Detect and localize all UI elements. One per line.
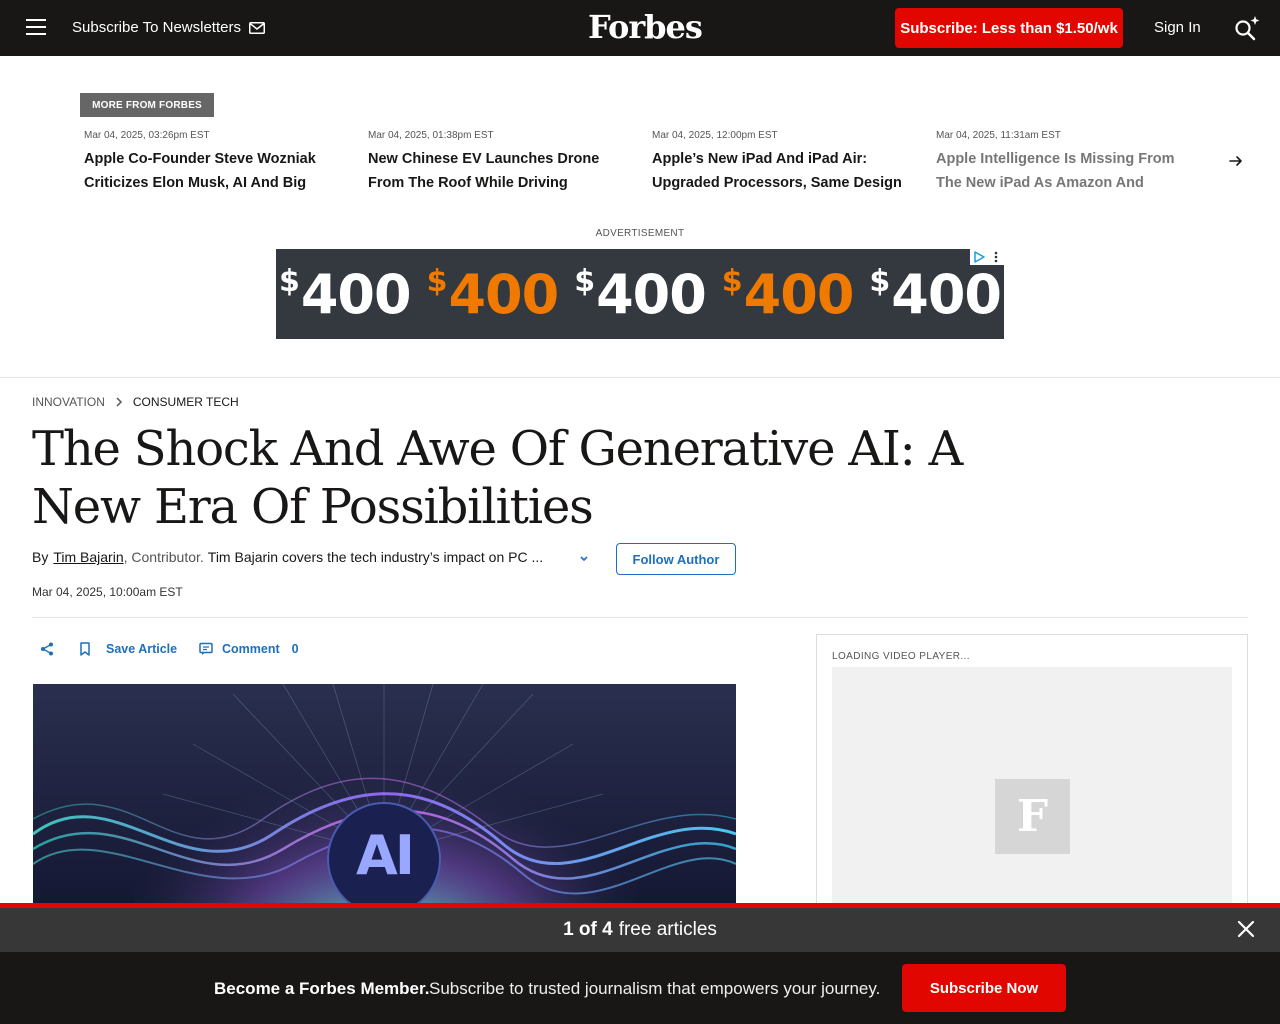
forbes-logo[interactable]: Forbes	[588, 8, 703, 46]
publish-date: Mar 04, 2025, 10:00am EST	[32, 585, 183, 599]
subscribe-newsletters-link[interactable]: Subscribe To Newsletters	[72, 19, 265, 36]
arrow-right-icon[interactable]	[1228, 154, 1244, 168]
ad-currency: $	[869, 263, 890, 299]
free-article-count: 1 of 4	[563, 919, 613, 940]
divider	[0, 377, 1280, 378]
divider	[32, 617, 1248, 618]
more-item-headline[interactable]: New Chinese EV Launches Drone From The R…	[368, 147, 632, 195]
subscribe-newsletters-label: Subscribe To Newsletters	[72, 19, 241, 36]
chevron-right-icon	[116, 397, 122, 407]
membership-bar: Become a Forbes Member. Subscribe to tru…	[0, 952, 1280, 1024]
ad-options-icon[interactable]	[988, 249, 1004, 265]
ad-value: 400	[300, 262, 412, 326]
comment-icon	[199, 642, 213, 655]
video-player-box: LOADING VIDEO PLAYER... F	[816, 634, 1248, 924]
more-item-date: Mar 04, 2025, 01:38pm EST	[368, 130, 494, 141]
video-loading-label: LOADING VIDEO PLAYER...	[832, 651, 970, 662]
save-article-label: Save Article	[106, 642, 178, 656]
menu-icon[interactable]	[26, 19, 46, 37]
breadcrumb-innovation[interactable]: INNOVATION	[32, 395, 105, 409]
free-articles-bar: 1 of 4 free articles	[0, 908, 1280, 952]
sign-in-link[interactable]: Sign In	[1154, 19, 1201, 36]
more-item-headline[interactable]: Apple’s New iPad And iPad Air: Upgraded …	[652, 147, 916, 195]
more-item-date: Mar 04, 2025, 03:26pm EST	[84, 130, 210, 141]
top-nav: Subscribe To Newsletters Forbes Subscrib…	[0, 0, 1280, 56]
free-articles-label: free articles	[618, 919, 717, 940]
bookmark-icon	[80, 642, 90, 656]
ad-currency: $	[721, 263, 743, 299]
author-role: , Contributor.	[123, 549, 204, 565]
ad-amount: $400	[721, 262, 855, 326]
share-button[interactable]	[40, 642, 54, 656]
byline: By Tim Bajarin , Contributor. Tim Bajari…	[32, 549, 543, 565]
hero-image[interactable]: AI	[33, 684, 736, 904]
member-description: Subscribe to trusted journalism that emp…	[429, 979, 881, 998]
ad-amount: $400	[426, 262, 560, 326]
author-link[interactable]: Tim Bajarin	[53, 549, 123, 565]
member-title: Become a Forbes Member.	[214, 979, 430, 998]
more-item[interactable]: Mar 04, 2025, 11:31am EST Apple Intellig…	[936, 130, 1194, 195]
more-from-forbes-badge: MORE FROM FORBES	[80, 93, 214, 117]
ad-value: 400	[596, 262, 707, 326]
comment-label: Comment	[222, 642, 280, 656]
more-item-headline[interactable]: Apple Co-Founder Steve Wozniak Criticize…	[84, 147, 348, 195]
more-item-date: Mar 04, 2025, 12:00pm EST	[652, 130, 778, 141]
more-item-date: Mar 04, 2025, 11:31am EST	[936, 130, 1061, 141]
ad-value: 400	[743, 262, 855, 326]
close-icon[interactable]	[1236, 919, 1256, 939]
ad-value: 400	[891, 262, 1002, 326]
save-article-button[interactable]: Save Article	[78, 642, 177, 656]
forbes-f-icon: F	[995, 779, 1070, 854]
byline-by: By	[32, 549, 49, 565]
hero-ai-text: AI	[356, 824, 415, 887]
article-title: The Shock And Awe Of Generative AI: A Ne…	[32, 421, 963, 535]
search-icon[interactable]	[1233, 14, 1261, 42]
author-bio: Tim Bajarin covers the tech industry’s i…	[207, 549, 544, 565]
advertisement-label: ADVERTISEMENT	[595, 228, 685, 239]
ad-currency: $	[278, 263, 300, 299]
ad-amount: $400	[574, 262, 707, 326]
share-icon	[41, 642, 53, 656]
more-item[interactable]: Mar 04, 2025, 01:38pm EST New Chinese EV…	[368, 130, 632, 195]
subscribe-now-button[interactable]: Subscribe Now	[902, 964, 1066, 1012]
mail-icon	[248, 21, 265, 34]
ad-currency: $	[574, 263, 595, 299]
ad-value: 400	[448, 262, 559, 326]
chevron-down-icon[interactable]	[578, 554, 590, 564]
ad-banner[interactable]: $400 $400 $400 $400 $400	[276, 249, 1004, 339]
subscribe-button[interactable]: Subscribe: Less than $1.50/wk	[895, 8, 1123, 48]
more-item[interactable]: Mar 04, 2025, 12:00pm EST Apple’s New iP…	[652, 130, 916, 195]
breadcrumb: INNOVATION CONSUMER TECH	[32, 395, 239, 409]
ad-currency: $	[426, 263, 448, 299]
comment-count: 0	[291, 642, 299, 656]
ad-amount: $400	[869, 262, 1002, 326]
breadcrumb-consumer-tech[interactable]: CONSUMER TECH	[133, 395, 239, 409]
more-item-headline[interactable]: Apple Intelligence Is Missing From The N…	[936, 147, 1194, 195]
more-item[interactable]: Mar 04, 2025, 03:26pm EST Apple Co-Found…	[84, 130, 348, 195]
adchoices-icon[interactable]	[970, 249, 988, 265]
video-player[interactable]: F	[832, 667, 1232, 917]
ad-amount: $400	[278, 262, 412, 326]
comment-button[interactable]: Comment 0	[199, 642, 299, 656]
follow-author-button[interactable]: Follow Author	[616, 543, 736, 575]
